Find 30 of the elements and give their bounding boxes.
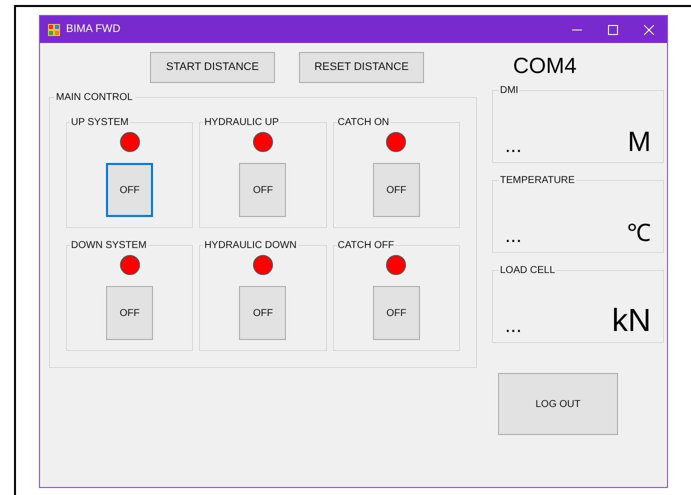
toggle-button[interactable]: OFF [106, 286, 154, 340]
logout-button[interactable]: LOG OUT [498, 373, 618, 435]
reading-value: ... [505, 316, 522, 336]
maximize-icon [608, 24, 618, 34]
port-label: COM4 [513, 55, 578, 77]
panel-title: LOAD CELL [499, 264, 556, 278]
app-icon [48, 24, 60, 36]
unit-label: ℃ [627, 222, 651, 246]
group-title: MAIN CONTROL [55, 91, 134, 105]
close-icon [644, 24, 654, 34]
group-title: CATCH ON [336, 116, 390, 130]
window-title: BIMA FWD [66, 22, 120, 38]
unit-label: M [628, 128, 651, 156]
toggle-button[interactable]: OFF [239, 163, 286, 217]
action-button[interactable]: START DISTANCE [150, 52, 275, 83]
toggle-button[interactable]: OFF [239, 286, 286, 340]
toggle-button[interactable]: OFF [372, 286, 420, 340]
toggle-button[interactable]: OFF [106, 163, 154, 217]
reading-value: ... [505, 226, 522, 246]
unit-label: kN [612, 304, 651, 336]
panel-title: DMI [499, 84, 520, 98]
group-title: DOWN SYSTEM [70, 239, 148, 253]
group-title: CATCH OFF [336, 239, 396, 253]
panel-title: TEMPERATURE [499, 174, 576, 188]
group-title: HYDRAULIC UP [203, 116, 280, 130]
action-button[interactable]: RESET DISTANCE [299, 52, 424, 83]
group-title: HYDRAULIC DOWN [203, 239, 298, 253]
group-title: UP SYSTEM [70, 116, 130, 130]
toggle-button[interactable]: OFF [372, 163, 420, 217]
reading-value: ... [505, 136, 522, 156]
